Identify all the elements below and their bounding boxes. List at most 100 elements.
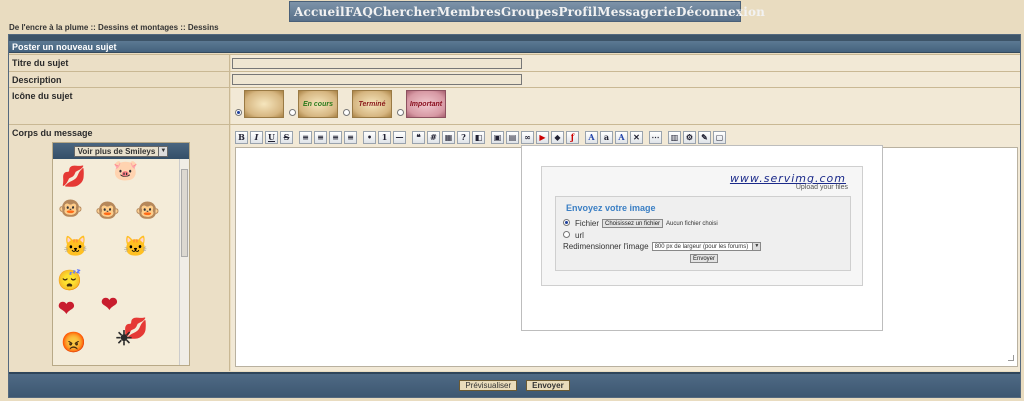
- topic-icon-image[interactable]: Important: [406, 90, 446, 118]
- topic-icon-radio[interactable]: [343, 109, 350, 116]
- code-icon[interactable]: #: [427, 130, 440, 144]
- body-label: Corps du message Voir plus de Smileys ▼ …: [9, 125, 230, 371]
- font-color-icon[interactable]: A: [585, 130, 598, 144]
- hide-icon[interactable]: ◧: [472, 130, 485, 144]
- monkey-laugh-icon[interactable]: 🐵: [135, 201, 160, 221]
- nav-deconnexion[interactable]: Déconnexion: [676, 5, 765, 19]
- heart-icon[interactable]: ❤: [101, 295, 118, 315]
- bold-button[interactable]: B: [235, 130, 248, 144]
- topic-icon-radio[interactable]: [397, 109, 404, 116]
- topic-icon-option[interactable]: Important: [397, 90, 446, 118]
- file-radio[interactable]: [563, 219, 570, 226]
- form-header: Poster un nouveau sujet: [9, 41, 1020, 53]
- chevron-down-icon: ▼: [158, 146, 168, 156]
- servimg-tagline: Upload your files: [795, 184, 848, 191]
- spoiler-icon[interactable]: ?: [457, 130, 470, 144]
- file-option-label: Fichier: [575, 219, 600, 228]
- source-icon[interactable]: ⋯: [649, 130, 662, 144]
- strike-button[interactable]: S: [280, 130, 293, 144]
- date-icon[interactable]: ▥: [668, 130, 681, 144]
- upload-send-button[interactable]: Envoyer: [690, 254, 719, 263]
- resize-grip[interactable]: [1008, 355, 1014, 361]
- font-face-icon[interactable]: A: [615, 130, 628, 144]
- send-button[interactable]: Envoyer: [526, 380, 570, 391]
- font-size-icon[interactable]: a: [600, 130, 613, 144]
- topic-icon-option[interactable]: En cours: [289, 90, 338, 118]
- smileys-select[interactable]: Voir plus de Smileys ▼: [73, 145, 169, 157]
- quote-icon[interactable]: ❝: [412, 130, 425, 144]
- description-row: Description: [9, 71, 1020, 87]
- cat-heart-icon[interactable]: 🐱: [63, 237, 88, 257]
- topic-icon-option[interactable]: Terminé: [343, 90, 392, 118]
- upload-image-icon[interactable]: ▤: [506, 130, 519, 144]
- page-icon[interactable]: ▢: [713, 130, 726, 144]
- top-navigation: Accueil FAQ Chercher Membres Groupes Pro…: [289, 1, 765, 22]
- monkey-icon[interactable]: 🐵: [95, 201, 120, 221]
- nav-profil[interactable]: Profil: [558, 5, 597, 19]
- topic-icon-image[interactable]: En cours: [298, 90, 338, 118]
- resize-label: Redimensionner l'image: [563, 242, 649, 251]
- hr-icon[interactable]: —: [393, 130, 406, 144]
- dailymotion-icon[interactable]: ◆: [551, 130, 564, 144]
- title-input[interactable]: [232, 58, 522, 69]
- icon-row: Icône du sujet En cours Terminé Important: [9, 87, 1020, 124]
- settings-icon[interactable]: ⚙: [683, 130, 696, 144]
- resize-select[interactable]: 800 px de largeur (pour les forums) ▼: [651, 242, 762, 251]
- nav-faq[interactable]: FAQ: [345, 5, 373, 19]
- red-face-icon[interactable]: 😡: [61, 333, 86, 353]
- flash-icon[interactable]: ƒ: [566, 130, 579, 144]
- italic-button[interactable]: I: [250, 130, 263, 144]
- underline-button[interactable]: U: [265, 130, 278, 144]
- topic-icon-radio[interactable]: [235, 109, 242, 116]
- preview-button[interactable]: Prévisualiser: [459, 380, 518, 391]
- align-right-icon[interactable]: ≡: [329, 130, 342, 144]
- no-file-text: Aucun fichier choisi: [666, 220, 718, 227]
- url-radio[interactable]: [563, 231, 570, 238]
- topic-icon-option[interactable]: [235, 90, 284, 118]
- nav-membres[interactable]: Membres: [437, 5, 501, 19]
- topic-icon-image[interactable]: Terminé: [352, 90, 392, 118]
- justify-icon[interactable]: ≡: [344, 130, 357, 144]
- table-icon[interactable]: ▦: [442, 130, 455, 144]
- numbered-list-icon[interactable]: 1: [378, 130, 391, 144]
- upload-title: Envoyez votre image: [566, 203, 656, 213]
- nav-groupes[interactable]: Groupes: [501, 5, 558, 19]
- sun-icon[interactable]: ☀: [115, 329, 133, 349]
- smileys-select-label: Voir plus de Smileys: [77, 146, 156, 156]
- scrollbar-thumb[interactable]: [181, 169, 188, 257]
- tools-icon[interactable]: ✎: [698, 130, 711, 144]
- nav-chercher[interactable]: Chercher: [373, 5, 437, 19]
- url-option-label: url: [575, 231, 584, 240]
- sleeping-icon[interactable]: 😴: [57, 271, 82, 291]
- align-center-icon[interactable]: ≡: [314, 130, 327, 144]
- description-input[interactable]: [232, 74, 522, 85]
- pink-creature-icon[interactable]: 🐷: [113, 161, 138, 181]
- breadcrumb[interactable]: De l'encre à la plume :: Dessins et mont…: [9, 23, 219, 32]
- cat-icon[interactable]: 🐱: [123, 237, 148, 257]
- smiley-scrollbar[interactable]: [179, 159, 189, 365]
- title-row: Titre du sujet: [9, 54, 1020, 71]
- post-form: Poster un nouveau sujet Titre du sujet D…: [8, 34, 1021, 398]
- align-left-icon[interactable]: ≡: [299, 130, 312, 144]
- choose-file-button[interactable]: Choisissez un fichier: [602, 219, 664, 228]
- title-label: Titre du sujet: [9, 55, 230, 71]
- bullet-list-icon[interactable]: •: [363, 130, 376, 144]
- topic-icon-image[interactable]: [244, 90, 284, 118]
- editor-toolbar: B I U S ≡ ≡ ≡ ≡ • 1 — ❝ # ▦ ? ◧ ▣ ▤ ∞ ▶: [235, 129, 726, 145]
- image-upload-popup: www.servimg.com Upload your files Envoye…: [521, 145, 883, 331]
- monkey-heart-icon[interactable]: 🐵: [58, 199, 83, 219]
- red-heart-icon[interactable]: ❤: [58, 299, 75, 319]
- clear-format-icon[interactable]: ✕: [630, 130, 643, 144]
- link-icon[interactable]: ∞: [521, 130, 534, 144]
- youtube-icon[interactable]: ▶: [536, 130, 549, 144]
- topic-icon-radio[interactable]: [289, 109, 296, 116]
- image-icon[interactable]: ▣: [491, 130, 504, 144]
- nav-messagerie[interactable]: Messagerie: [597, 5, 676, 19]
- lips-icon[interactable]: 💋: [61, 167, 86, 187]
- icon-label: Icône du sujet: [9, 88, 230, 124]
- nav-accueil[interactable]: Accueil: [294, 5, 345, 19]
- body-label-text: Corps du message: [12, 128, 93, 138]
- chevron-down-icon: ▼: [752, 243, 761, 250]
- description-label: Description: [9, 72, 230, 87]
- topic-icon-list: En cours Terminé Important: [235, 90, 446, 118]
